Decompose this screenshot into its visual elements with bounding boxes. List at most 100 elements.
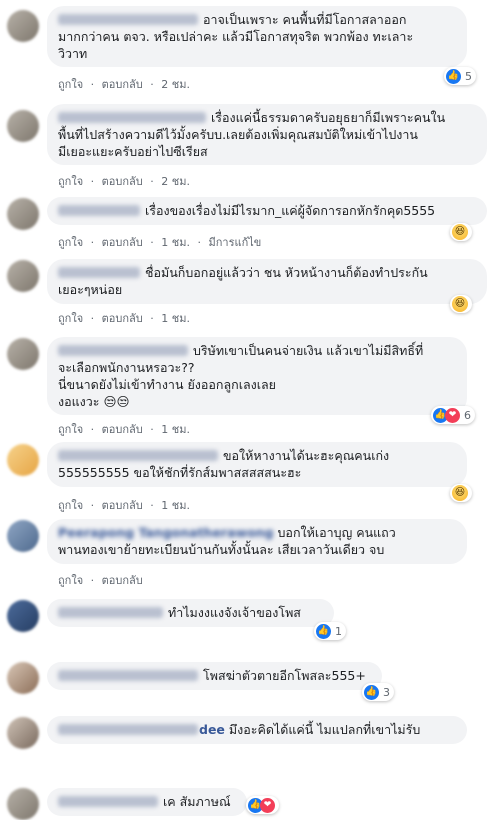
reply-link[interactable]: ตอบกลับ [102,499,143,512]
author-name[interactable] [58,724,198,735]
avatar[interactable] [7,10,39,42]
timestamp[interactable]: 1 ชม. [161,236,190,249]
reply-link[interactable]: ตอบกลับ [102,312,143,325]
reply-link[interactable]: ตอบกลับ [102,423,143,436]
avatar[interactable] [7,198,39,230]
comment-text: มีเยอะแยะครับอย่าไปซีเรียส [58,144,208,159]
comment-actions: ถูกใจ · ตอบกลับ · 1 ชม. [58,309,194,327]
timestamp[interactable]: 2 ชม. [161,78,190,91]
author-name[interactable] [58,670,198,681]
haha-reaction-icon: 😆 [452,296,468,312]
author-name[interactable] [58,607,163,618]
comment-bubble: เรื่องแค่นี้ธรรมดาครับอยุธยาก็มีเพราะคนใ… [47,104,487,165]
separator: · [150,312,154,325]
reaction-summary[interactable]: 😆 [450,223,472,241]
separator: · [150,236,154,249]
avatar[interactable] [7,600,39,632]
reply-link[interactable]: ตอบกลับ [102,236,143,249]
comment-text: ขอให้หางานได้นะฮะคุณคนเก่ง [223,448,390,463]
comment-text: เค สัมภาษณ์ [163,794,231,809]
comment-text: จะเลือกพนักงานหรอวะ?? [58,360,195,375]
avatar[interactable] [7,788,39,820]
separator: · [150,78,154,91]
comment-text: เยอะๆหน่อย [58,282,123,297]
comment-bubble: เรื่องของเรื่องไม่มีไรมาก_แค่ผู้จัดการอก… [47,197,487,225]
haha-reaction-icon: 😆 [452,224,468,240]
reaction-summary[interactable]: 👍 ❤ [246,796,279,814]
like-reaction-icon: 👍 [446,68,461,84]
love-reaction-icon: ❤ [260,797,275,813]
author-name-suffix[interactable]: dee [199,722,225,737]
like-link[interactable]: ถูกใจ [58,78,83,91]
like-link[interactable]: ถูกใจ [58,423,83,436]
reaction-count: 6 [464,408,471,422]
avatar[interactable] [7,110,39,142]
like-reaction-icon: 👍 [364,684,379,700]
comment-bubble: เค สัมภาษณ์ [47,788,247,816]
avatar[interactable] [7,520,39,552]
author-name[interactable] [58,205,140,216]
author-name[interactable]: Peerapong Tangonatherawong [58,525,274,540]
avatar[interactable] [7,260,39,292]
comment-text: ทำไมงงแงจังเจ้าของโพส [168,605,301,620]
separator: · [90,423,95,436]
like-link[interactable]: ถูกใจ [58,175,83,188]
comment-text: 555555555 ขอให้ชักที่รักส์มพาสสสสสนะฮะ [58,465,302,480]
separator: · [90,574,95,587]
timestamp[interactable]: 1 ชม. [161,312,190,325]
comment-text: เรื่องแค่นี้ธรรมดาครับอยุธยาก็มีเพราะคนใ… [211,110,446,125]
reaction-summary[interactable]: 👍 3 [362,683,394,701]
timestamp[interactable]: 1 ชม. [161,499,190,512]
comment-bubble: ทำไมงงแงจังเจ้าของโพส [47,599,334,627]
edited-label[interactable]: มีการแก้ไข [208,236,261,249]
comment-actions: ถูกใจ · ตอบกลับ · 1 ชม. [58,420,194,438]
like-link[interactable]: ถูกใจ [58,574,83,587]
separator: · [150,499,154,512]
timestamp[interactable]: 1 ชม. [161,423,190,436]
reply-link[interactable]: ตอบกลับ [102,78,143,91]
love-reaction-icon: ❤ [445,407,460,423]
avatar[interactable] [7,662,39,694]
comment-text: ชื่อมันก็บอกอยู่แล้วว่า ชน หัวหน้างานก็ต… [145,265,428,280]
author-name[interactable] [58,267,140,278]
like-link[interactable]: ถูกใจ [58,236,83,249]
comment-actions: ถูกใจ · ตอบกลับ · 2 ชม. [58,172,194,190]
avatar[interactable] [7,444,39,476]
reaction-summary[interactable]: 😆 [450,295,472,313]
comment-bubble: ขอให้หางานได้นะฮะคุณคนเก่ง 555555555 ขอใ… [47,442,467,487]
comment-text: วิวาท [58,46,88,61]
comment-bubble: บริษัทเขาเป็นคนจ่ายเงิน แล้วเขาไม่มีสิทธ… [47,337,467,415]
comment-text: พานทองเขาย้ายทะเบียนบ้านกันทั้งนั้นละ เส… [58,542,385,557]
reaction-summary[interactable]: 👍 ❤ 6 [431,406,475,424]
comment-actions: ถูกใจ · ตอบกลับ · 1 ชม. · มีการแก้ไข [58,233,265,251]
avatar[interactable] [7,717,39,749]
reply-link[interactable]: ตอบกลับ [102,574,143,587]
haha-reaction-icon: 😆 [452,485,468,501]
author-name[interactable] [58,796,158,807]
comment-bubble: อาจเป็นเพราะ คนพื้นที่มีโอกาสลาออก มากกว… [47,6,467,67]
like-link[interactable]: ถูกใจ [58,312,83,325]
avatar[interactable] [7,338,39,370]
comment-text: งอแงวะ 😒😒 [58,394,130,409]
comment-text: นี่ขนาดยังไม่เข้าทำงาน ยังออกลูกเลงเลย [58,377,276,392]
comment-text: บริษัทเขาเป็นคนจ่ายเงิน แล้วเขาไม่มีสิทธ… [193,343,424,358]
timestamp[interactable]: 2 ชม. [161,175,190,188]
separator: · [90,499,95,512]
reaction-count: 5 [465,69,472,83]
reply-link[interactable]: ตอบกลับ [102,175,143,188]
comment-text: บอกให้เอาบุญ คนแถว [277,525,396,540]
comment-bubble: dee มึงอะคิดได้แค่นี้ ไมแปลกที่เขาไม่รับ [47,716,467,744]
author-name[interactable] [58,450,218,461]
reaction-summary[interactable]: 👍 5 [444,67,476,85]
author-name[interactable] [58,14,198,25]
comment-text: พื้นที่ไปสร้างความดีไว้มั้งครับบ.เลยต้อง… [58,127,418,142]
reaction-summary[interactable]: 👍 1 [314,622,346,640]
author-name[interactable] [58,112,206,123]
separator: · [90,236,95,249]
author-name[interactable] [58,345,188,356]
reaction-summary[interactable]: 😆 [450,484,472,502]
reaction-count: 1 [335,624,342,638]
separator: · [90,312,95,325]
separator: · [90,78,95,91]
like-link[interactable]: ถูกใจ [58,499,83,512]
